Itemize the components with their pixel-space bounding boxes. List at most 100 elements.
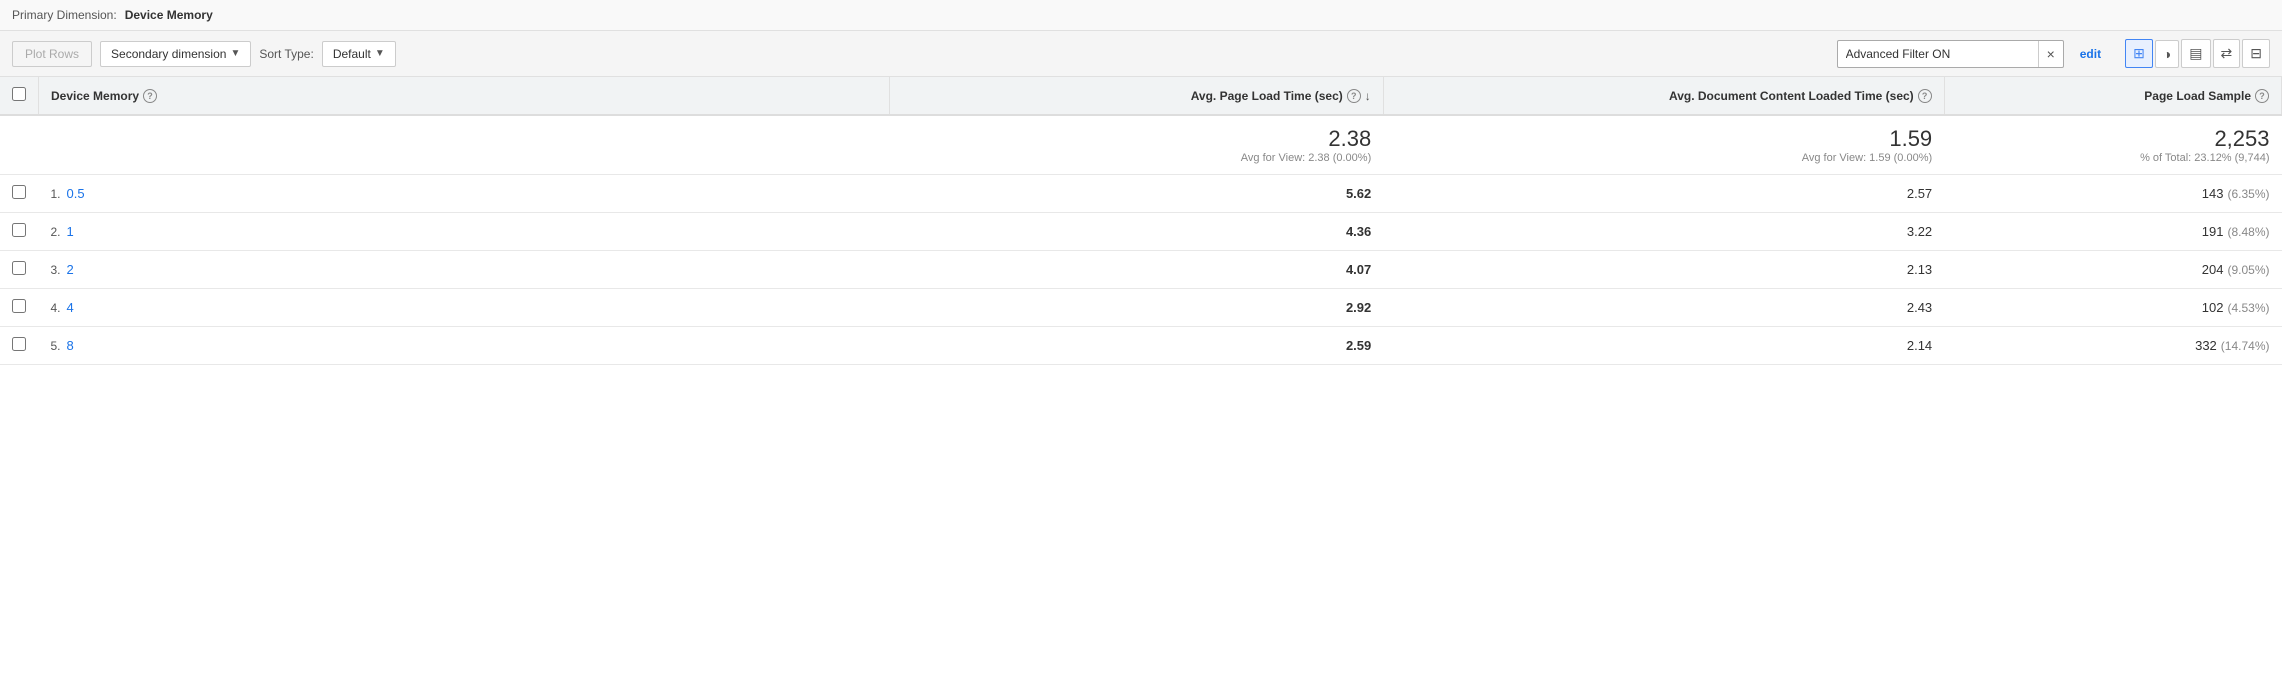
filter-close-button[interactable]: × bbox=[2038, 41, 2063, 67]
row-dimension-cell: 4. 4 bbox=[39, 289, 890, 327]
row-rank: 1. bbox=[51, 187, 61, 201]
row-dimension-link[interactable]: 2 bbox=[67, 262, 74, 277]
page-load-sample-header-label: Page Load Sample bbox=[2144, 89, 2251, 103]
row-checkbox-0[interactable] bbox=[12, 185, 26, 199]
summary-avg-doc-content-sub: Avg for View: 1.59 (0.00%) bbox=[1395, 152, 1932, 164]
row-checkbox-cell bbox=[0, 175, 39, 213]
table-row: 2. 1 4.36 3.22 191(8.48%) bbox=[0, 213, 2282, 251]
row-avg-page-load: 4.36 bbox=[890, 213, 1383, 251]
row-dimension-link[interactable]: 0.5 bbox=[67, 186, 85, 201]
row-page-load-pct: (9.05%) bbox=[2227, 263, 2269, 277]
row-page-load-sample: 102(4.53%) bbox=[1944, 289, 2281, 327]
table-row: 1. 0.5 5.62 2.57 143(6.35%) bbox=[0, 175, 2282, 213]
summary-dimension-cell bbox=[39, 115, 890, 175]
row-avg-page-load: 4.07 bbox=[890, 251, 1383, 289]
row-checkbox-cell bbox=[0, 289, 39, 327]
row-dimension-cell: 5. 8 bbox=[39, 327, 890, 365]
secondary-dimension-dropdown[interactable]: Secondary dimension ▼ bbox=[100, 41, 251, 67]
row-page-load-sample: 204(9.05%) bbox=[1944, 251, 2281, 289]
row-rank: 4. bbox=[51, 301, 61, 315]
table-row: 3. 2 4.07 2.13 204(9.05%) bbox=[0, 251, 2282, 289]
primary-dimension-label: Primary Dimension: bbox=[12, 8, 117, 22]
view-icons-group: ⊞ ◑ ▤ ⇄ ⊟ bbox=[2125, 39, 2270, 68]
summary-avg-page-load-sub: Avg for View: 2.38 (0.00%) bbox=[902, 152, 1371, 164]
device-memory-header-label: Device Memory bbox=[51, 89, 139, 103]
filter-edit-button[interactable]: edit bbox=[2072, 42, 2109, 66]
sort-arrow-icon: ↓ bbox=[1365, 89, 1371, 103]
header-avg-page-load: Avg. Page Load Time (sec) ? ↓ bbox=[890, 77, 1383, 115]
row-avg-page-load: 5.62 bbox=[890, 175, 1383, 213]
secondary-dimension-label: Secondary dimension bbox=[111, 47, 226, 61]
row-avg-page-load: 2.92 bbox=[890, 289, 1383, 327]
row-dimension-cell: 2. 1 bbox=[39, 213, 890, 251]
header-avg-doc-content: Avg. Document Content Loaded Time (sec) … bbox=[1383, 77, 1944, 115]
row-checkbox-cell bbox=[0, 251, 39, 289]
summary-avg-page-load-cell: 2.38 Avg for View: 2.38 (0.00%) bbox=[890, 115, 1383, 175]
summary-avg-page-load-value: 2.38 bbox=[902, 126, 1371, 152]
avg-page-load-help-icon[interactable]: ? bbox=[1347, 89, 1361, 103]
row-checkbox-1[interactable] bbox=[12, 223, 26, 237]
summary-page-load-sample-sub: % of Total: 23.12% (9,744) bbox=[1956, 152, 2269, 164]
advanced-filter-box: × bbox=[1837, 40, 2064, 68]
secondary-dimension-arrow-icon: ▼ bbox=[230, 48, 240, 59]
sort-default-label: Default bbox=[333, 47, 371, 61]
bar-view-button[interactable]: ▤ bbox=[2181, 39, 2210, 68]
row-checkbox-cell bbox=[0, 327, 39, 365]
row-avg-doc-content: 2.14 bbox=[1383, 327, 1944, 365]
sort-type-label: Sort Type: bbox=[259, 47, 313, 61]
data-table: Device Memory ? Avg. Page Load Time (sec… bbox=[0, 77, 2282, 365]
row-dimension-link[interactable]: 1 bbox=[67, 224, 74, 239]
header-device-memory: Device Memory ? bbox=[39, 77, 890, 115]
row-dimension-link[interactable]: 8 bbox=[67, 338, 74, 353]
avg-page-load-header-label: Avg. Page Load Time (sec) bbox=[1191, 89, 1343, 103]
summary-page-load-sample-cell: 2,253 % of Total: 23.12% (9,744) bbox=[1944, 115, 2281, 175]
row-checkbox-2[interactable] bbox=[12, 261, 26, 275]
row-checkbox-4[interactable] bbox=[12, 337, 26, 351]
row-rank: 3. bbox=[51, 263, 61, 277]
avg-doc-content-help-icon[interactable]: ? bbox=[1918, 89, 1932, 103]
primary-dimension-value: Device Memory bbox=[125, 8, 213, 22]
header-page-load-sample: Page Load Sample ? bbox=[1944, 77, 2281, 115]
row-page-load-sample: 191(8.48%) bbox=[1944, 213, 2281, 251]
summary-avg-doc-content-value: 1.59 bbox=[1395, 126, 1932, 152]
table-view-button[interactable]: ⊞ bbox=[2125, 39, 2153, 68]
toolbar: Plot Rows Secondary dimension ▼ Sort Typ… bbox=[0, 31, 2282, 77]
page-load-sample-help-icon[interactable]: ? bbox=[2255, 89, 2269, 103]
row-dimension-link[interactable]: 4 bbox=[67, 300, 74, 315]
pivot-view-button[interactable]: ⊟ bbox=[2242, 39, 2270, 68]
row-avg-doc-content: 3.22 bbox=[1383, 213, 1944, 251]
advanced-filter-input[interactable] bbox=[1838, 42, 2038, 66]
compare-view-button[interactable]: ⇄ bbox=[2213, 39, 2241, 68]
table-row: 4. 4 2.92 2.43 102(4.53%) bbox=[0, 289, 2282, 327]
row-rank: 5. bbox=[51, 339, 61, 353]
summary-row: 2.38 Avg for View: 2.38 (0.00%) 1.59 Avg… bbox=[0, 115, 2282, 175]
row-page-load-pct: (6.35%) bbox=[2227, 187, 2269, 201]
table-row: 5. 8 2.59 2.14 332(14.74%) bbox=[0, 327, 2282, 365]
device-memory-help-icon[interactable]: ? bbox=[143, 89, 157, 103]
row-page-load-sample: 332(14.74%) bbox=[1944, 327, 2281, 365]
header-checkbox-cell bbox=[0, 77, 39, 115]
select-all-checkbox[interactable] bbox=[12, 87, 26, 101]
row-avg-doc-content: 2.13 bbox=[1383, 251, 1944, 289]
plot-rows-button[interactable]: Plot Rows bbox=[12, 41, 92, 67]
row-page-load-pct: (8.48%) bbox=[2227, 225, 2269, 239]
row-avg-doc-content: 2.57 bbox=[1383, 175, 1944, 213]
summary-avg-doc-content-cell: 1.59 Avg for View: 1.59 (0.00%) bbox=[1383, 115, 1944, 175]
avg-doc-content-header-label: Avg. Document Content Loaded Time (sec) bbox=[1669, 89, 1914, 103]
primary-dimension-bar: Primary Dimension: Device Memory bbox=[0, 0, 2282, 31]
row-checkbox-cell bbox=[0, 213, 39, 251]
row-avg-doc-content: 2.43 bbox=[1383, 289, 1944, 327]
row-checkbox-3[interactable] bbox=[12, 299, 26, 313]
row-page-load-sample: 143(6.35%) bbox=[1944, 175, 2281, 213]
summary-checkbox-cell bbox=[0, 115, 39, 175]
sort-default-dropdown[interactable]: Default ▼ bbox=[322, 41, 396, 67]
row-dimension-cell: 1. 0.5 bbox=[39, 175, 890, 213]
row-page-load-pct: (4.53%) bbox=[2227, 301, 2269, 315]
row-rank: 2. bbox=[51, 225, 61, 239]
sort-default-arrow-icon: ▼ bbox=[375, 48, 385, 59]
pie-view-button[interactable]: ◑ bbox=[2155, 40, 2179, 68]
summary-page-load-sample-value: 2,253 bbox=[1956, 126, 2269, 152]
table-header-row: Device Memory ? Avg. Page Load Time (sec… bbox=[0, 77, 2282, 115]
row-avg-page-load: 2.59 bbox=[890, 327, 1383, 365]
row-dimension-cell: 3. 2 bbox=[39, 251, 890, 289]
